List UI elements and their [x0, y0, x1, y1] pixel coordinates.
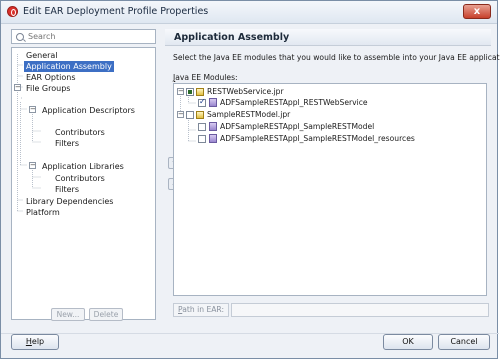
- help-button[interactable]: Help: [11, 334, 59, 350]
- new-button[interactable]: New...: [51, 308, 85, 321]
- oracle-jdeveloper-icon: [7, 6, 18, 17]
- expand-toggle-file-groups[interactable]: −: [14, 84, 21, 91]
- project-checkbox-samplerestmodel[interactable]: [186, 111, 194, 119]
- nav-item-application-libraries[interactable]: Application Libraries: [42, 161, 124, 172]
- project-folder-icon: [196, 88, 204, 96]
- search-input[interactable]: [28, 31, 148, 42]
- nav-item-contributors[interactable]: Contributors: [55, 127, 105, 138]
- module-label: ADFSampleRESTAppl_RESTWebService: [220, 98, 368, 107]
- nav-item-general[interactable]: General: [26, 50, 58, 61]
- expand-toggle-app-descriptors[interactable]: −: [29, 106, 36, 113]
- nav-item-platform[interactable]: Platform: [26, 207, 60, 218]
- search-icon: [16, 33, 24, 41]
- java-ee-modules-tree: − RESTWebService.jpr ADFSampleRESTAppl_R…: [173, 83, 487, 296]
- module-checkbox-samplerestmodel-resources[interactable]: [198, 135, 206, 143]
- navigation-pane: General Application Assembly EAR Options…: [11, 29, 158, 329]
- project-label-samplerestmodel: SampleRESTModel.jpr: [207, 110, 291, 119]
- path-in-ear-input[interactable]: [231, 303, 489, 317]
- ok-button[interactable]: OK: [383, 334, 433, 350]
- module-icon: [209, 122, 217, 131]
- delete-button[interactable]: Delete: [89, 308, 123, 321]
- nav-item-filters[interactable]: Filters: [55, 184, 79, 195]
- title-bar: Edit EAR Deployment Profile Properties x: [1, 1, 497, 24]
- close-button[interactable]: x: [463, 4, 491, 19]
- navigation-tree: General Application Assembly EAR Options…: [11, 47, 156, 320]
- module-checkbox-restwebservice[interactable]: [198, 97, 206, 107]
- java-ee-modules-label: Java EE Modules:: [173, 73, 238, 82]
- module-icon: [209, 134, 217, 143]
- path-in-ear-row: Path in EAR:: [173, 303, 489, 318]
- panel-title: Application Assembly: [174, 32, 290, 43]
- window-title: Edit EAR Deployment Profile Properties: [23, 6, 209, 17]
- nav-item-application-descriptors[interactable]: Application Descriptors: [42, 105, 135, 116]
- project-label-restwebservice: RESTWebService.jpr: [207, 87, 284, 96]
- nav-item-application-assembly[interactable]: Application Assembly: [24, 61, 114, 72]
- module-label: ADFSampleRESTAppl_SampleRESTModel: [220, 122, 375, 131]
- expand-toggle-app-libraries[interactable]: −: [29, 162, 36, 169]
- project-folder-icon: [196, 111, 204, 119]
- nav-item-contributors[interactable]: Contributors: [55, 173, 105, 184]
- search-box[interactable]: [11, 29, 156, 44]
- nav-item-filters[interactable]: Filters: [55, 138, 79, 149]
- module-checkbox-samplerestmodel[interactable]: [198, 123, 206, 131]
- expand-toggle-restwebservice[interactable]: −: [177, 88, 184, 95]
- dialog-window: Edit EAR Deployment Profile Properties x: [0, 0, 500, 359]
- properties-panel: Application Assembly Select the Java EE …: [165, 29, 500, 329]
- cancel-button[interactable]: Cancel: [438, 334, 490, 350]
- panel-description: Select the Java EE modules that you woul…: [173, 53, 500, 62]
- module-icon: [209, 98, 217, 107]
- expand-toggle-samplerestmodel[interactable]: −: [177, 111, 184, 118]
- panel-header: Application Assembly: [165, 29, 491, 46]
- nav-item-file-groups[interactable]: File Groups: [26, 83, 70, 94]
- project-checkbox-restwebservice[interactable]: [186, 88, 194, 96]
- nav-item-library-dependencies[interactable]: Library Dependencies: [26, 196, 113, 207]
- path-in-ear-label: Path in EAR:: [173, 303, 229, 317]
- nav-item-ear-options[interactable]: EAR Options: [26, 72, 76, 83]
- module-label: ADFSampleRESTAppl_SampleRESTModel_resour…: [220, 134, 415, 143]
